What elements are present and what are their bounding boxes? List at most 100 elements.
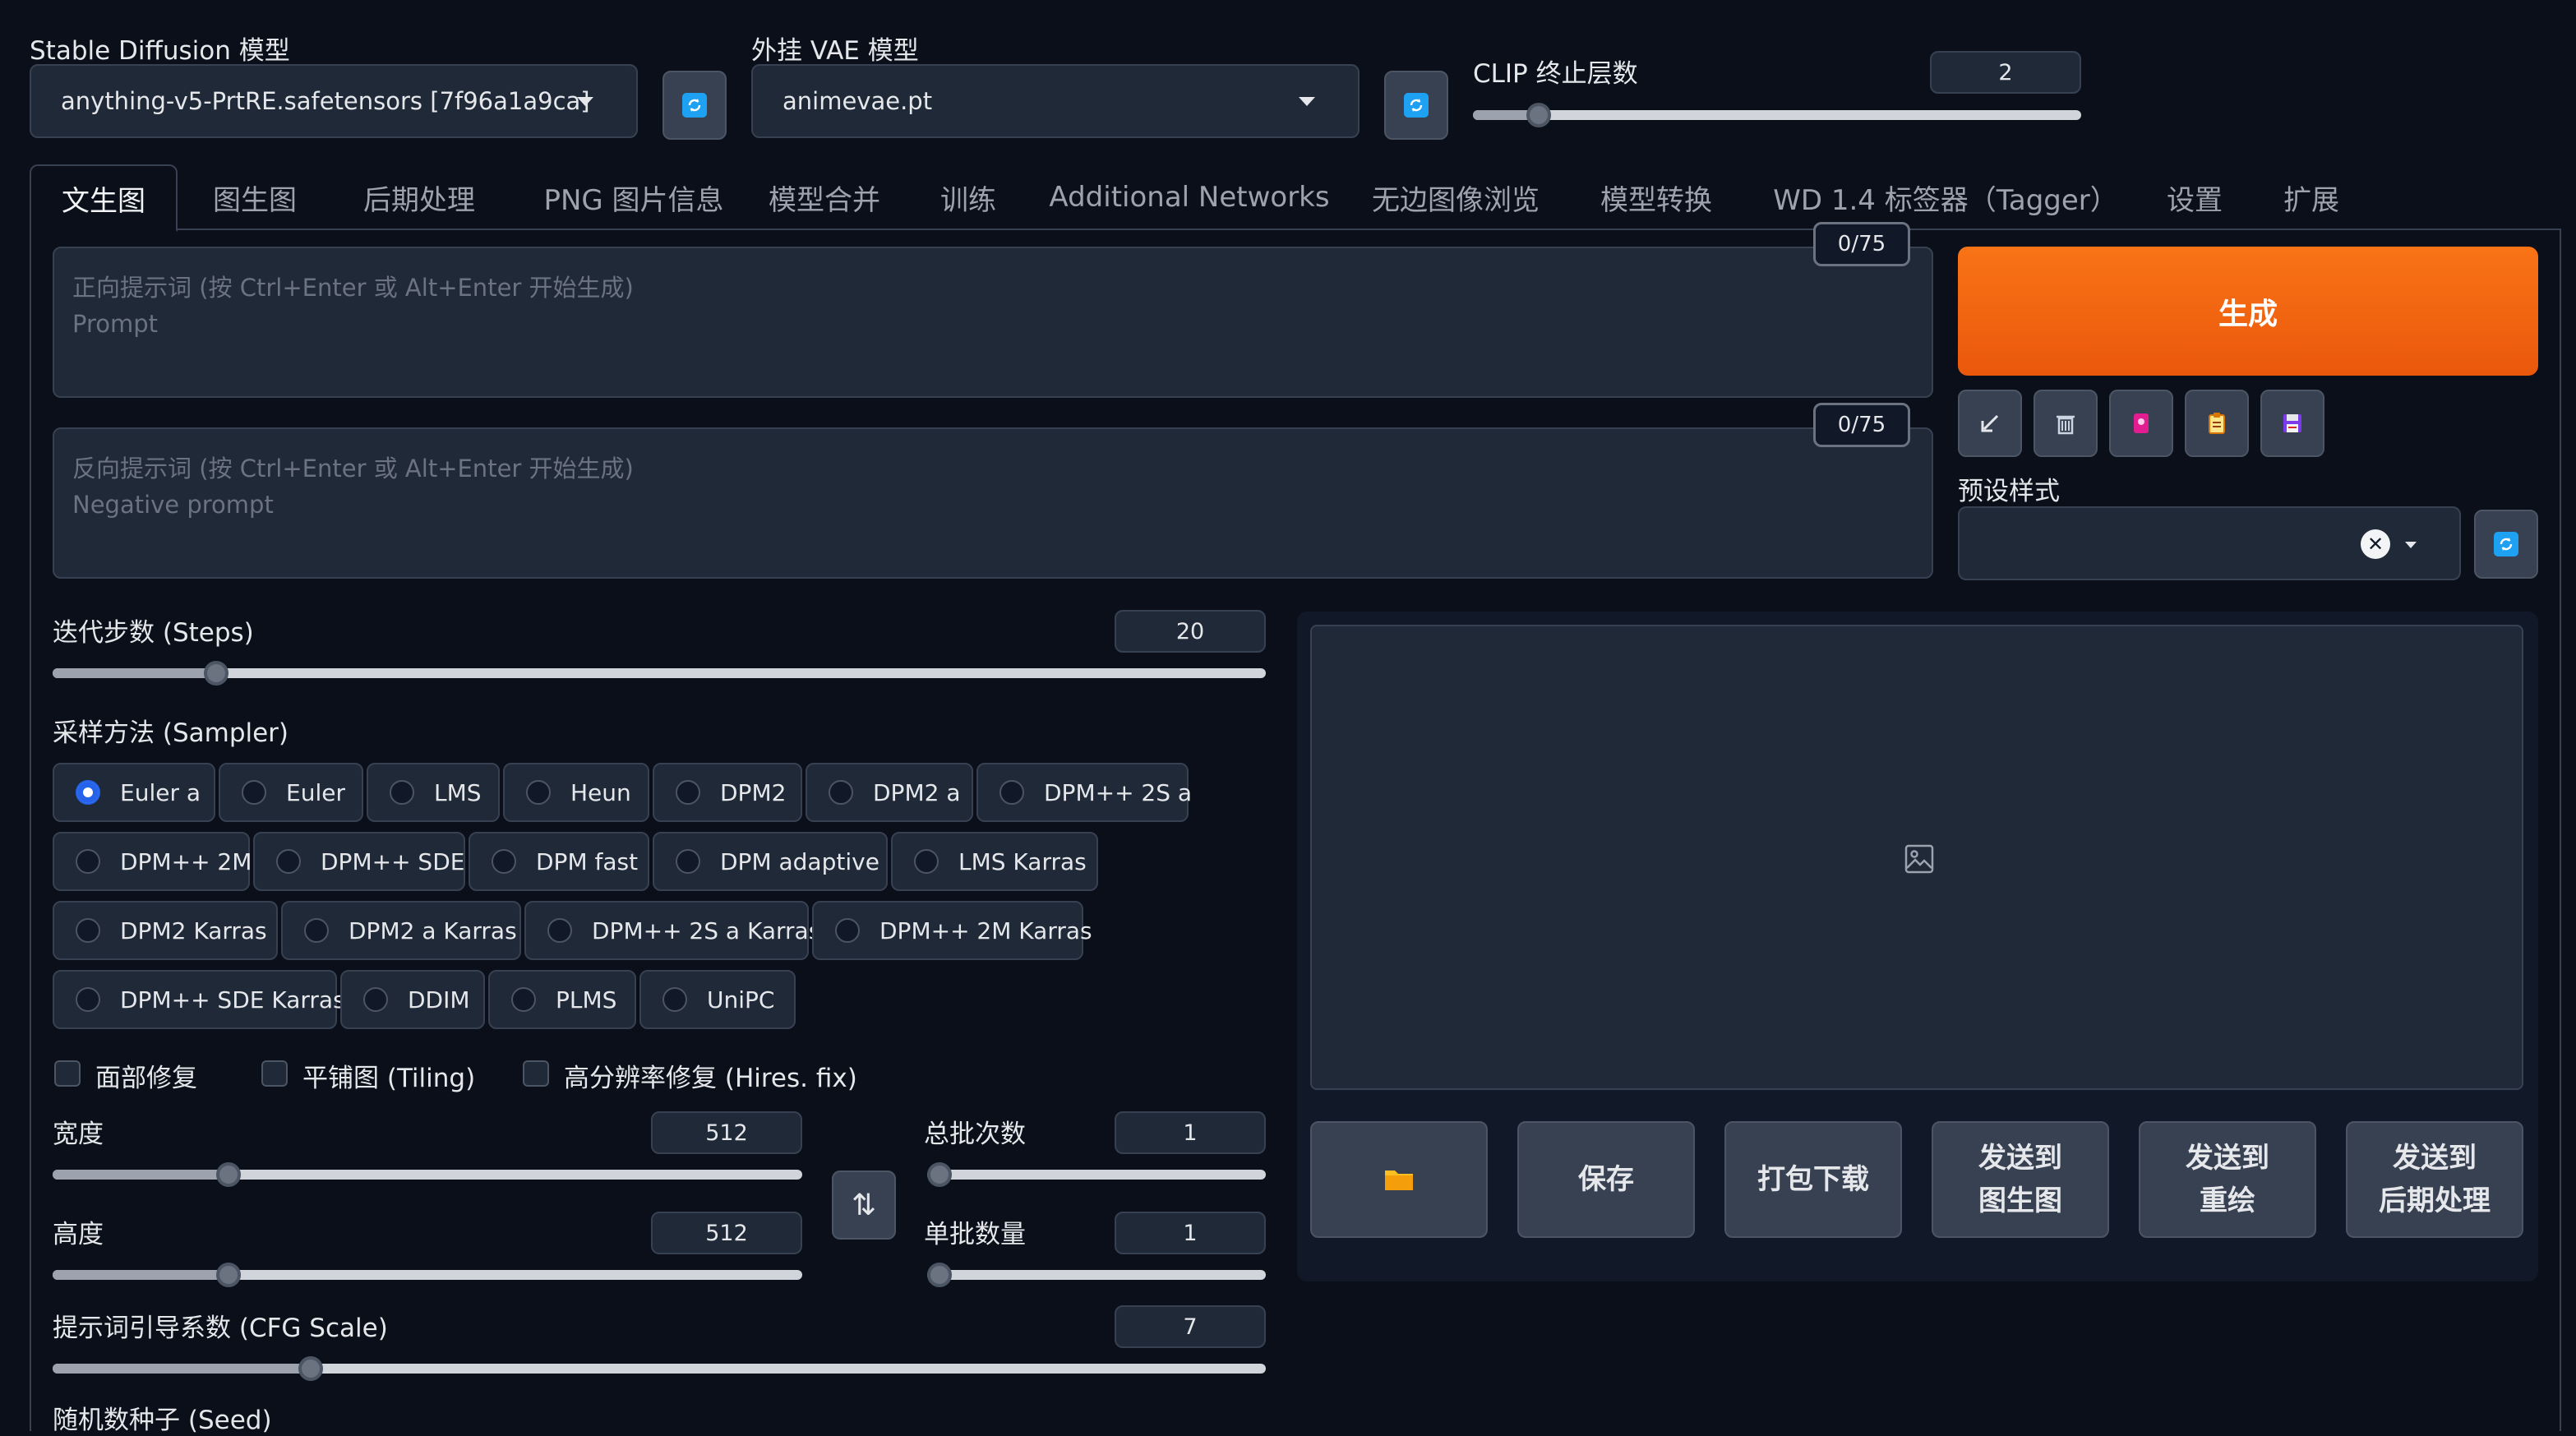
send-to-extras-button[interactable]: 发送到 后期处理 (2346, 1121, 2523, 1238)
show-extra-networks-button[interactable] (2109, 390, 2173, 457)
sampler-option[interactable]: LMS (367, 763, 500, 822)
open-folder-button[interactable] (1310, 1121, 1488, 1238)
vae-model-value: animevae.pt (782, 87, 933, 115)
sampler-option[interactable]: Heun (503, 763, 649, 822)
swap-arrows-icon: ⇅ (851, 1188, 877, 1222)
positive-prompt-input[interactable]: 正向提示词 (按 Ctrl+Enter 或 Alt+Enter 开始生成) Pr… (53, 247, 1933, 398)
sampler-option[interactable]: DPM2 a (806, 763, 973, 822)
width-slider[interactable] (53, 1162, 802, 1187)
tab-train[interactable]: 训练 (935, 164, 1001, 230)
negative-prompt-input[interactable]: 反向提示词 (按 Ctrl+Enter 或 Alt+Enter 开始生成) Ne… (53, 427, 1933, 579)
radio-icon (835, 918, 860, 943)
refresh-icon (682, 93, 707, 118)
steps-input[interactable]: 20 (1115, 610, 1266, 653)
clear-prompt-button[interactable] (2034, 390, 2098, 457)
height-slider[interactable] (53, 1263, 802, 1287)
tab-png-info[interactable]: PNG 图片信息 (523, 164, 745, 230)
width-input[interactable]: 512 (651, 1111, 802, 1154)
sd-model-dropdown[interactable]: anything-v5-PrtRE.safetensors [7f96a1a9c… (30, 64, 638, 138)
prompt-placeholder: Prompt (72, 310, 159, 338)
sampler-option[interactable]: DPM++ SDE Karras (53, 970, 345, 1029)
sampler-option[interactable]: PLMS (488, 970, 636, 1029)
tab-model-convert[interactable]: 模型转换 (1595, 164, 1718, 230)
tab-extensions[interactable]: 扩展 (2270, 164, 2352, 230)
batch-size-label: 单批数量 (924, 1220, 1026, 1249)
hires-fix-label: 高分辨率修复 (Hires. fix) (564, 1064, 857, 1093)
sampler-option[interactable]: LMS Karras (891, 832, 1098, 891)
slider-thumb[interactable] (1526, 103, 1551, 127)
cfg-scale-input[interactable]: 7 (1115, 1305, 1266, 1348)
refresh-vae-button[interactable] (1384, 71, 1448, 140)
tab-img2img[interactable]: 图生图 (194, 164, 316, 230)
slider-thumb[interactable] (216, 1263, 242, 1287)
zip-download-button[interactable]: 打包下载 (1724, 1121, 1902, 1238)
send-to-img2img-button[interactable]: 发送到 图生图 (1932, 1121, 2109, 1238)
radio-icon (676, 780, 700, 805)
radio-icon (829, 780, 853, 805)
batch-size-input[interactable]: 1 (1115, 1212, 1266, 1254)
sampler-option[interactable]: DPM++ 2M Karras (812, 901, 1092, 960)
batch-count-slider[interactable] (927, 1162, 1266, 1187)
swap-dimensions-button[interactable]: ⇅ (832, 1171, 896, 1240)
slider-thumb[interactable] (204, 661, 229, 686)
clip-skip-label: CLIP 终止层数 (1473, 59, 1638, 89)
height-input[interactable]: 512 (651, 1212, 802, 1254)
radio-icon (304, 918, 329, 943)
prompt-placeholder: 反向提示词 (按 Ctrl+Enter 或 Alt+Enter 开始生成) (72, 455, 634, 483)
tab-additional-networks[interactable]: Additional Networks (1049, 164, 1329, 230)
slider-thumb[interactable] (927, 1263, 952, 1287)
sampler-option[interactable]: Euler (219, 763, 363, 822)
sampler-label: 采样方法 (Sampler) (53, 718, 289, 748)
steps-slider[interactable] (53, 661, 1266, 686)
tab-tagger[interactable]: WD 1.4 标签器（Tagger） (1773, 164, 2118, 230)
slider-thumb[interactable] (298, 1356, 324, 1381)
tab-extras[interactable]: 后期处理 (339, 164, 500, 230)
negative-token-counter: 0/75 (1813, 403, 1910, 447)
sampler-option[interactable]: DPM2 Karras (53, 901, 278, 960)
apply-style-button[interactable] (2185, 390, 2249, 457)
sampler-option[interactable]: DPM++ SDE (253, 832, 465, 891)
tab-txt2img[interactable]: 文生图 (30, 164, 178, 232)
sampler-option[interactable]: DPM fast (469, 832, 649, 891)
radio-icon (676, 849, 700, 874)
generate-button[interactable]: 生成 (1958, 247, 2538, 376)
tiling-label: 平铺图 (Tiling) (302, 1064, 476, 1093)
tiling-checkbox[interactable] (261, 1060, 288, 1087)
save-style-button[interactable] (2260, 390, 2324, 457)
output-gallery[interactable] (1310, 625, 2523, 1090)
sampler-option[interactable]: DPM++ 2M (53, 832, 252, 891)
sampler-option[interactable]: DPM++ 2S a (976, 763, 1192, 822)
clip-skip-slider[interactable] (1473, 103, 2081, 127)
sampler-option[interactable]: DPM2 (653, 763, 802, 822)
sampler-option[interactable]: DPM++ 2S a Karras (524, 901, 820, 960)
styles-dropdown[interactable]: ✕ (1958, 506, 2461, 580)
sampler-option[interactable]: DDIM (340, 970, 485, 1029)
radio-icon (999, 780, 1024, 805)
refresh-sd-model-button[interactable] (662, 71, 727, 140)
sampler-option[interactable]: Euler a (53, 763, 215, 822)
clear-icon: ✕ (2361, 529, 2390, 559)
tab-settings[interactable]: 设置 (2154, 164, 2236, 230)
batch-size-slider[interactable] (927, 1263, 1266, 1287)
tab-merge[interactable]: 模型合并 (763, 164, 886, 230)
radio-icon (76, 849, 100, 874)
read-params-button[interactable] (1958, 390, 2022, 457)
hires-fix-checkbox[interactable] (523, 1060, 549, 1087)
send-to-inpaint-button[interactable]: 发送到 重绘 (2139, 1121, 2316, 1238)
radio-icon (526, 780, 551, 805)
vae-model-dropdown[interactable]: animevae.pt (751, 64, 1360, 138)
refresh-styles-button[interactable] (2474, 510, 2538, 579)
face-restore-checkbox[interactable] (54, 1060, 81, 1087)
slider-thumb[interactable] (216, 1162, 242, 1187)
tab-image-browser[interactable]: 无边图像浏览 (1369, 164, 1542, 230)
clip-skip-input[interactable]: 2 (1930, 51, 2081, 94)
save-button[interactable]: 保存 (1517, 1121, 1695, 1238)
batch-count-input[interactable]: 1 (1115, 1111, 1266, 1154)
sd-model-value: anything-v5-PrtRE.safetensors [7f96a1a9c… (61, 87, 590, 115)
sampler-option[interactable]: UniPC (639, 970, 796, 1029)
cfg-scale-slider[interactable] (53, 1356, 1266, 1381)
vae-model-label: 外挂 VAE 模型 (751, 36, 919, 66)
slider-thumb[interactable] (927, 1162, 952, 1187)
sampler-option[interactable]: DPM adaptive (653, 832, 888, 891)
sampler-option[interactable]: DPM2 a Karras (281, 901, 521, 960)
